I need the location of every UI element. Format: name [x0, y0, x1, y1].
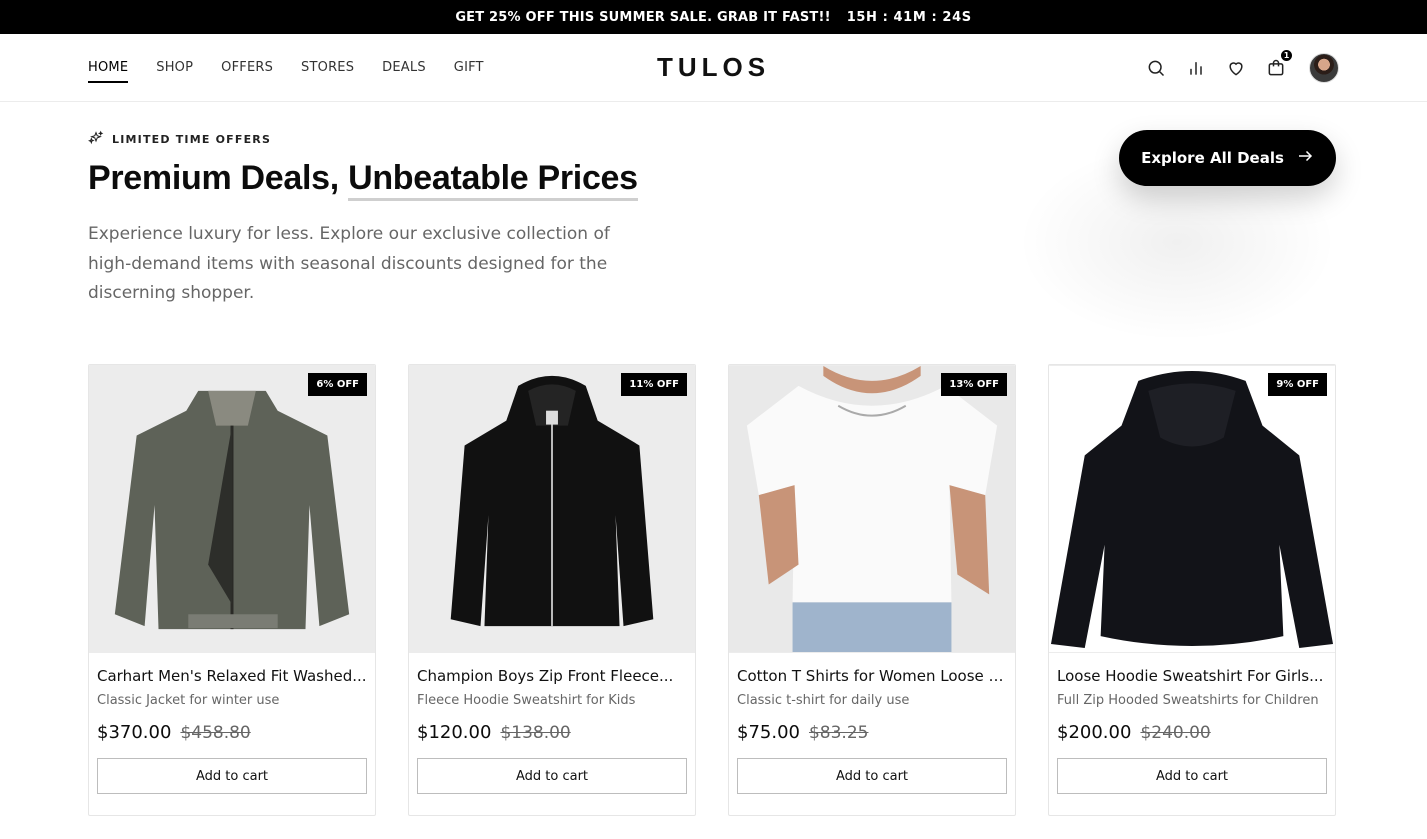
add-to-cart-button[interactable]: Add to cart — [417, 758, 687, 794]
heart-icon[interactable] — [1225, 57, 1247, 79]
pullover-hoodie-illustration — [1049, 366, 1335, 652]
product-grid: 6% OFF Carhart Men's Relaxed Fit Washed.… — [0, 364, 1427, 816]
product-image[interactable]: 11% OFF — [409, 365, 695, 653]
product-card: 11% OFF Champion Boys Zip Front Fleece..… — [408, 364, 696, 816]
jacket-illustration — [114, 390, 350, 630]
title-part2: Unbeatable Prices — [348, 159, 638, 201]
product-image[interactable]: 9% OFF — [1049, 365, 1335, 653]
product-price: $370.00 — [97, 722, 172, 743]
product-image[interactable]: 6% OFF — [89, 365, 375, 653]
discount-badge: 9% OFF — [1268, 373, 1327, 396]
promo-text: GET 25% OFF THIS SUMMER SALE. GRAB IT FA… — [455, 9, 831, 25]
nav-gift[interactable]: GIFT — [454, 34, 484, 101]
explore-all-deals-button[interactable]: Explore All Deals — [1119, 130, 1336, 186]
site-header: HOME SHOP OFFERS STORES DEALS GIFT TULOS… — [0, 34, 1427, 102]
product-card: 6% OFF Carhart Men's Relaxed Fit Washed.… — [88, 364, 376, 816]
sparkle-icon — [88, 130, 104, 149]
product-card: 13% OFF Cotton T Shirts for Women Loose … — [728, 364, 1016, 816]
hero-section: LIMITED TIME OFFERS Premium Deals, Unbea… — [0, 102, 1427, 364]
tshirt-model-illustration — [729, 366, 1015, 652]
promo-banner: GET 25% OFF THIS SUMMER SALE. GRAB IT FA… — [0, 0, 1427, 34]
hero-description: Experience luxury for less. Explore our … — [88, 224, 610, 303]
product-subtitle: Full Zip Hooded Sweatshirts for Children — [1057, 693, 1319, 708]
product-name[interactable]: Cotton T Shirts for Women Loose Fit... — [737, 667, 1007, 685]
header-actions: 1 — [1145, 48, 1339, 83]
product-price: $75.00 — [737, 722, 800, 743]
chart-icon[interactable] — [1185, 57, 1207, 79]
promo-timer: 15H : 41M : 24S — [846, 9, 972, 25]
product-subtitle: Classic Jacket for winter use — [97, 693, 280, 708]
product-price: $120.00 — [417, 722, 492, 743]
eyebrow-text: LIMITED TIME OFFERS — [112, 133, 272, 146]
product-subtitle: Classic t-shirt for daily use — [737, 693, 910, 708]
discount-badge: 11% OFF — [621, 373, 687, 396]
nav-offers[interactable]: OFFERS — [221, 34, 273, 101]
product-subtitle: Fleece Hoodie Sweatshirt for Kids — [417, 693, 636, 708]
product-name[interactable]: Loose Hoodie Sweatshirt For Girls... — [1057, 667, 1327, 685]
product-name[interactable]: Carhart Men's Relaxed Fit Washed... — [97, 667, 367, 685]
bag-icon[interactable]: 1 — [1265, 48, 1293, 79]
product-old-price: $83.25 — [808, 723, 869, 743]
nav-stores[interactable]: STORES — [301, 34, 354, 101]
discount-badge: 6% OFF — [308, 373, 367, 396]
product-old-price: $138.00 — [500, 723, 571, 743]
nav-home[interactable]: HOME — [88, 34, 129, 101]
add-to-cart-button[interactable]: Add to cart — [737, 758, 1007, 794]
discount-badge: 13% OFF — [941, 373, 1007, 396]
nav-shop[interactable]: SHOP — [156, 34, 193, 101]
hoodie-illustration — [450, 375, 654, 627]
main-nav: HOME SHOP OFFERS STORES DEALS GIFT — [88, 34, 484, 101]
product-old-price: $458.80 — [180, 723, 251, 743]
product-price: $200.00 — [1057, 722, 1132, 743]
product-old-price: $240.00 — [1140, 723, 1211, 743]
search-icon[interactable] — [1145, 57, 1167, 79]
product-name[interactable]: Champion Boys Zip Front Fleece... — [417, 667, 687, 685]
explore-button-label: Explore All Deals — [1141, 149, 1284, 167]
arrow-right-icon — [1296, 147, 1314, 169]
brand-logo[interactable]: TULOS — [657, 52, 770, 83]
product-card: 9% OFF Loose Hoodie Sweatshirt For Girls… — [1048, 364, 1336, 816]
add-to-cart-button[interactable]: Add to cart — [97, 758, 367, 794]
avatar[interactable] — [1309, 52, 1339, 83]
cart-count-badge: 1 — [1280, 48, 1293, 62]
title-part1: Premium Deals, — [88, 159, 339, 197]
add-to-cart-button[interactable]: Add to cart — [1057, 758, 1327, 794]
nav-deals[interactable]: DEALS — [382, 34, 426, 101]
product-image[interactable]: 13% OFF — [729, 365, 1015, 653]
